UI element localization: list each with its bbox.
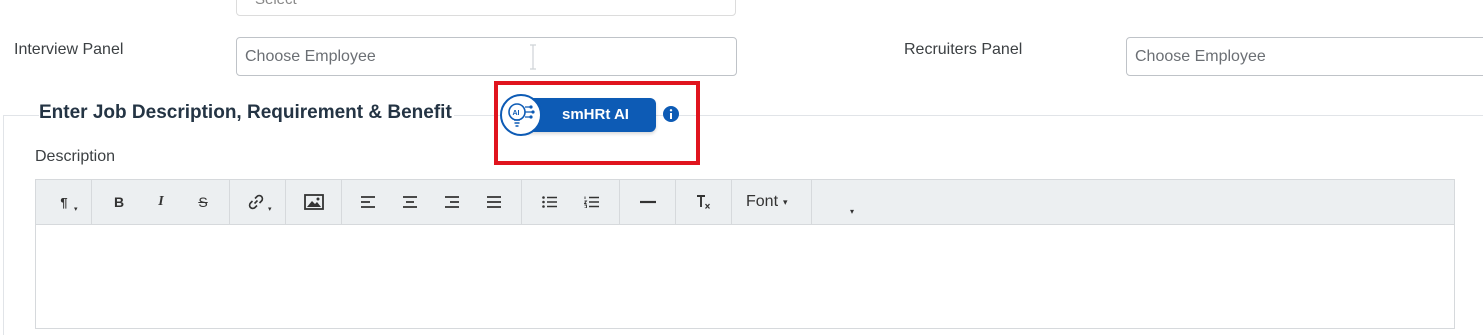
toolbar-group-image <box>286 180 342 224</box>
paragraph-format-button[interactable]: ¶ ▾ <box>50 189 78 215</box>
toolbar-group-more: ▾ <box>812 180 868 224</box>
more-options-button[interactable]: ▾ <box>838 198 866 224</box>
toolbar-group-clear <box>676 180 732 224</box>
recruiters-panel-input[interactable] <box>1126 37 1483 76</box>
toolbar-group-align <box>342 180 522 224</box>
bullet-list-icon <box>542 196 557 208</box>
font-dropdown[interactable]: Font ▾ <box>746 189 804 215</box>
editor-content-area[interactable] <box>36 225 1454 328</box>
recruiters-panel-label: Recruiters Panel <box>904 41 1023 58</box>
align-justify-icon <box>487 196 501 208</box>
link-button[interactable]: ▾ <box>242 189 272 215</box>
numbered-list-icon <box>584 196 599 208</box>
interview-panel-label: Interview Panel <box>14 41 124 58</box>
description-editor[interactable]: ¶ ▾ B I S ▾ Font ▾ ▾ <box>35 179 1455 329</box>
numbered-list-button[interactable] <box>578 189 606 215</box>
align-left-button[interactable] <box>354 189 382 215</box>
caret-down-icon: ▾ <box>783 196 788 207</box>
toolbar-group-text: B I S <box>92 180 230 224</box>
editor-toolbar: ¶ ▾ B I S ▾ Font ▾ ▾ <box>36 180 1454 225</box>
align-center-button[interactable] <box>396 189 424 215</box>
top-select-value: Select <box>255 0 297 8</box>
text-cursor-icon <box>528 44 538 70</box>
section-title: Enter Job Description, Requirement & Ben… <box>39 102 454 124</box>
italic-button[interactable]: I <box>147 189 175 215</box>
bold-button[interactable]: B <box>105 189 133 215</box>
link-icon <box>248 194 264 210</box>
clear-formatting-icon <box>697 195 710 209</box>
italic-icon: I <box>158 194 164 209</box>
insert-image-button[interactable] <box>300 189 328 215</box>
strikethrough-icon: S <box>198 194 208 210</box>
image-icon <box>304 194 324 210</box>
toolbar-group-link: ▾ <box>230 180 286 224</box>
align-left-icon <box>361 196 375 208</box>
horizontal-rule-button[interactable] <box>634 189 662 215</box>
toolbar-group-hr <box>620 180 676 224</box>
bullet-list-button[interactable] <box>536 189 564 215</box>
align-right-icon <box>445 196 459 208</box>
toolbar-group-lists <box>522 180 620 224</box>
caret-down-icon: ▾ <box>849 206 854 216</box>
top-select[interactable]: Select <box>236 0 736 16</box>
toolbar-group-font: Font ▾ <box>732 180 812 224</box>
strikethrough-button[interactable]: S <box>189 189 217 215</box>
clear-formatting-button[interactable] <box>690 189 718 215</box>
align-right-button[interactable] <box>438 189 466 215</box>
interview-panel-input[interactable] <box>236 37 737 76</box>
horizontal-rule-icon <box>640 200 656 204</box>
paragraph-icon: ¶ <box>60 194 68 210</box>
align-center-icon <box>403 196 417 208</box>
description-label: Description <box>35 148 116 165</box>
bold-icon: B <box>113 194 125 210</box>
toolbar-group-paragraph: ¶ ▾ <box>36 180 92 224</box>
caret-down-icon: ▾ <box>268 206 272 213</box>
font-dropdown-label: Font <box>746 193 779 210</box>
caret-down-icon: ▾ <box>74 206 78 213</box>
align-justify-button[interactable] <box>480 189 508 215</box>
highlight-annotation <box>494 81 700 165</box>
